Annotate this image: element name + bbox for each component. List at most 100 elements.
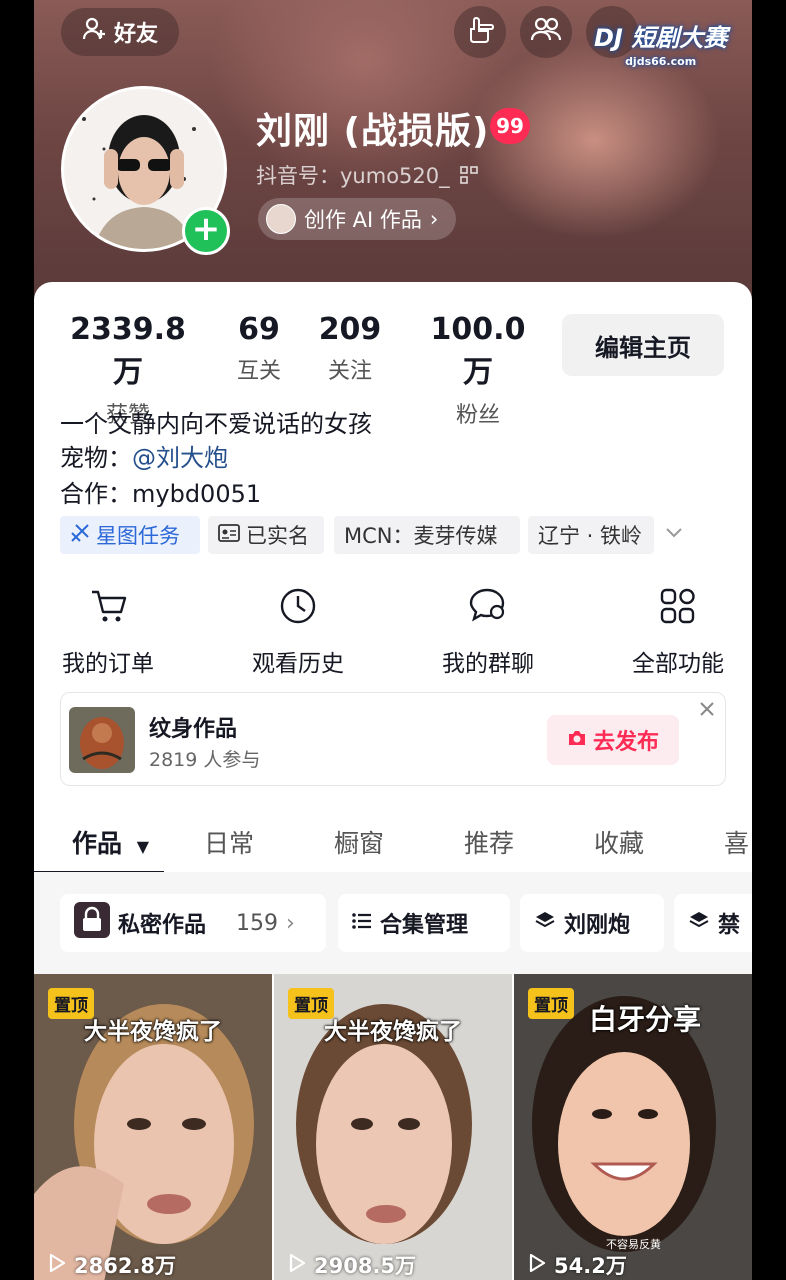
- tag-mcn[interactable]: MCN：麦芽传媒: [334, 516, 520, 554]
- video-thumb[interactable]: 置顶 大半夜馋疯了 2908.5万: [274, 974, 512, 1280]
- avatar-add-icon[interactable]: +: [182, 207, 230, 255]
- play-count: 2862.8万: [48, 1250, 176, 1280]
- star-map-icon: [70, 523, 90, 548]
- chat-bubble-icon: [467, 586, 509, 630]
- stat-mutual-label: 互关: [236, 359, 281, 384]
- play-count-value: 2862.8万: [74, 1254, 177, 1278]
- bio-line: 一个文静内向不爱说话的女孩: [60, 410, 372, 438]
- ai-avatar-icon: [266, 204, 296, 234]
- collection-manage-label: 合集管理: [380, 913, 469, 938]
- layers-icon: [688, 910, 710, 936]
- stat-following-label: 关注: [327, 359, 372, 384]
- edit-profile-button[interactable]: 编辑主页: [562, 314, 724, 376]
- stat-followers-label: 粉丝: [455, 403, 500, 428]
- two-people-icon: [530, 16, 562, 48]
- hand-point-button[interactable]: [454, 6, 506, 58]
- add-friend-button[interactable]: 好友: [61, 8, 179, 56]
- profile-name: 刘刚 (战损版): [256, 111, 490, 152]
- private-works-chip[interactable]: 私密作品 159 ›: [60, 894, 326, 952]
- tattoo-challenge-card[interactable]: 纹身作品 2819 人参与 去发布: [60, 692, 726, 786]
- video-caption: 白牙分享: [588, 1003, 701, 1036]
- collection-manage-chip[interactable]: 合集管理: [338, 894, 510, 952]
- collection-forbidden-chip[interactable]: 禁: [674, 894, 752, 952]
- tab-recommend[interactable]: 推荐: [464, 824, 514, 860]
- func-my-orders[interactable]: 我的订单: [38, 586, 178, 678]
- play-icon: [528, 1253, 546, 1278]
- collection-chips: 私密作品 159 › 合集管理 刘刚炮 禁: [34, 872, 752, 976]
- play-icon: [288, 1253, 306, 1278]
- profile-screen: 好友 DJ 短剧大赛 djds66.com + 刘刚 (战损版) 99 抖音号：…: [34, 0, 752, 1280]
- publish-button[interactable]: 去发布: [547, 715, 679, 765]
- douyin-id-text: 抖音号：yumo520_: [256, 164, 450, 188]
- stat-mutual[interactable]: 69 互关: [230, 312, 288, 385]
- watermark-logo: DJ 短剧大赛 djds66.com: [594, 18, 727, 68]
- id-card-icon: [218, 523, 240, 547]
- dj-logo-icon: DJ: [594, 24, 623, 52]
- lock-icon: [74, 902, 110, 944]
- watermark-title: 短剧大赛: [631, 24, 728, 52]
- private-works-label: 私密作品: [118, 913, 207, 938]
- tag-verified[interactable]: 已实名: [208, 516, 324, 554]
- notification-badge[interactable]: 99: [490, 108, 530, 144]
- video-thumb[interactable]: 置顶 白牙分享 不容易反黄 54.2万: [514, 974, 752, 1280]
- tab-daily[interactable]: 日常: [204, 824, 254, 860]
- video-caption: 大半夜馋疯了: [84, 1019, 222, 1045]
- play-count: 2908.5万: [288, 1250, 416, 1280]
- add-friend-label: 好友: [113, 22, 158, 47]
- profile-header: 好友 DJ 短剧大赛 djds66.com + 刘刚 (战损版) 99 抖音号：…: [34, 0, 752, 300]
- collection-liu-chip[interactable]: 刘刚炮: [520, 894, 664, 952]
- func-all[interactable]: 全部功能: [608, 586, 748, 678]
- list-icon: [352, 911, 372, 936]
- func-history[interactable]: 观看历史: [228, 586, 368, 678]
- create-ai-label: 创作 AI 作品: [304, 208, 422, 232]
- profile-card: 2339.8万 获赞 69 互关 209 关注 100.0万 粉丝 编辑主页 一…: [34, 282, 752, 1280]
- video-grid: 置顶 大半夜馋疯了 2862.8万 置顶 大半夜馋疯了 2908.5万 置顶 白…: [34, 974, 752, 1280]
- stat-followers[interactable]: 100.0万 粉丝: [416, 312, 540, 429]
- stat-followers-value: 100.0万: [430, 312, 526, 390]
- create-ai-button[interactable]: 创作 AI 作品 ›: [258, 198, 457, 240]
- grid-apps-icon: [659, 587, 697, 629]
- private-works-count: 159: [236, 910, 279, 936]
- caret-down-icon: ▼: [136, 837, 150, 856]
- collection-liu-label: 刘刚炮: [564, 913, 631, 938]
- play-count-value: 2908.5万: [314, 1254, 417, 1278]
- bio-coop: 合作：mybd0051: [60, 480, 262, 508]
- video-thumb[interactable]: 置顶 大半夜馋疯了 2862.8万: [34, 974, 272, 1280]
- tab-favorites[interactable]: 收藏: [594, 824, 644, 860]
- tattoo-participants: 2819 人参与: [149, 749, 261, 771]
- close-icon[interactable]: [697, 699, 717, 723]
- tab-likes[interactable]: 喜: [724, 824, 749, 860]
- add-person-icon: [82, 16, 108, 48]
- func-all-label: 全部功能: [632, 651, 724, 677]
- clock-icon: [278, 586, 318, 630]
- stat-following-value: 209: [318, 312, 382, 347]
- layers-icon: [534, 910, 556, 936]
- func-history-label: 观看历史: [252, 651, 344, 677]
- play-count-value: 54.2万: [554, 1254, 627, 1278]
- tag-location[interactable]: 辽宁 · 铁岭: [528, 516, 654, 554]
- camera-icon: [567, 728, 587, 753]
- tag-star-task[interactable]: 星图任务: [60, 516, 200, 554]
- chevron-down-icon[interactable]: [662, 520, 686, 548]
- tab-works[interactable]: 作品 ▼: [72, 824, 149, 860]
- stat-likes-value: 2339.8万: [70, 312, 186, 390]
- stat-mutual-value: 69: [238, 312, 280, 347]
- play-count: 54.2万: [528, 1250, 627, 1280]
- tag-star-task-label: 星图任务: [96, 524, 180, 548]
- video-caption: 大半夜馋疯了: [324, 1019, 462, 1045]
- watermark-url: djds66.com: [625, 55, 697, 68]
- chevron-right-icon: ›: [286, 910, 295, 936]
- publish-label: 去发布: [592, 730, 659, 755]
- tab-works-label: 作品: [72, 829, 123, 858]
- stat-following[interactable]: 209 关注: [316, 312, 384, 385]
- func-my-orders-label: 我的订单: [62, 651, 154, 677]
- tab-showcase[interactable]: 橱窗: [334, 824, 384, 860]
- tattoo-title: 纹身作品: [149, 717, 238, 742]
- bio-pet: 宠物：@刘大炮: [60, 438, 228, 473]
- chevron-right-icon: ›: [429, 207, 439, 231]
- func-group-chat[interactable]: 我的群聊: [418, 586, 558, 678]
- douyin-id[interactable]: 抖音号：yumo520_: [256, 160, 479, 190]
- group-button[interactable]: [520, 6, 572, 58]
- qr-code-icon[interactable]: [460, 165, 479, 189]
- bio-pet-link[interactable]: @刘大炮: [132, 444, 228, 472]
